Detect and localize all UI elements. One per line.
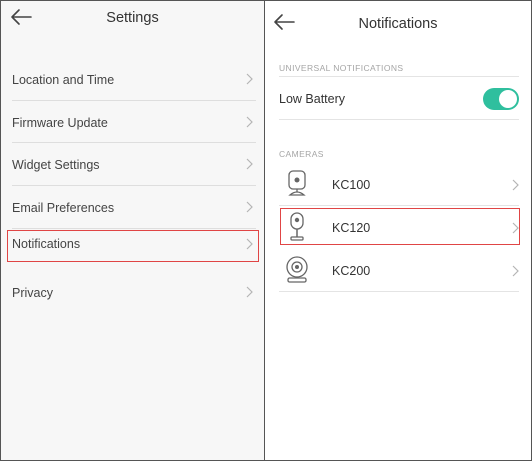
low-battery-label: Low Battery	[279, 92, 346, 106]
page-title: Notifications	[358, 16, 438, 32]
chevron-right-icon	[246, 201, 253, 213]
app-frame: Settings Location and Time Firmware Upda…	[0, 0, 532, 461]
camera-item-kc100[interactable]: KC100	[279, 163, 519, 206]
settings-item-label: Privacy	[12, 286, 53, 301]
notifications-panel: Notifications UNIVERSAL NOTIFICATIONS Lo…	[265, 1, 531, 460]
settings-item-label: Location and Time	[12, 73, 115, 87]
chevron-right-icon	[246, 73, 253, 85]
camera-kc120-icon	[283, 212, 311, 242]
settings-item-privacy[interactable]: Privacy	[12, 271, 256, 314]
camera-label: KC100	[332, 178, 371, 192]
chevron-right-icon	[246, 286, 253, 298]
camera-list: KC100 KC120 KC200	[279, 163, 520, 292]
chevron-right-icon	[512, 222, 519, 234]
chevron-right-icon	[512, 265, 519, 277]
section-header-cameras: CAMERAS	[279, 149, 324, 159]
settings-item-label: Widget Settings	[12, 158, 100, 173]
chevron-right-icon	[246, 158, 253, 170]
settings-panel: Settings Location and Time Firmware Upda…	[1, 1, 265, 460]
camera-kc200-icon	[283, 255, 311, 285]
chevron-right-icon	[246, 238, 253, 250]
low-battery-row: Low Battery	[279, 83, 519, 117]
settings-item-label: Email Preferences	[12, 201, 115, 216]
camera-item-kc120[interactable]: KC120	[279, 206, 520, 249]
toggle-knob	[499, 90, 517, 108]
settings-item-firmware-update[interactable]: Firmware Update	[12, 101, 256, 144]
settings-menu: Location and Time Firmware Update Widget…	[7, 58, 259, 314]
camera-item-kc200[interactable]: KC200	[279, 249, 519, 292]
settings-item-widget-settings[interactable]: Widget Settings	[12, 143, 256, 187]
settings-item-location-and-time[interactable]: Location and Time	[12, 58, 256, 101]
settings-header: Settings	[1, 1, 264, 35]
camera-kc100-icon	[283, 169, 311, 199]
section-header-universal: UNIVERSAL NOTIFICATIONS	[279, 63, 404, 73]
page-title: Settings	[106, 10, 159, 26]
divider	[279, 76, 519, 77]
settings-item-notifications[interactable]: Notifications	[7, 229, 259, 272]
camera-label: KC120	[332, 221, 371, 235]
chevron-right-icon	[246, 116, 253, 128]
divider	[279, 119, 519, 120]
chevron-right-icon	[512, 179, 519, 191]
camera-label: KC200	[332, 264, 371, 278]
settings-item-email-preferences[interactable]: Email Preferences	[12, 186, 256, 229]
settings-item-label: Firmware Update	[12, 115, 108, 130]
low-battery-toggle[interactable]	[483, 88, 519, 110]
settings-item-label: Notifications	[12, 236, 81, 251]
